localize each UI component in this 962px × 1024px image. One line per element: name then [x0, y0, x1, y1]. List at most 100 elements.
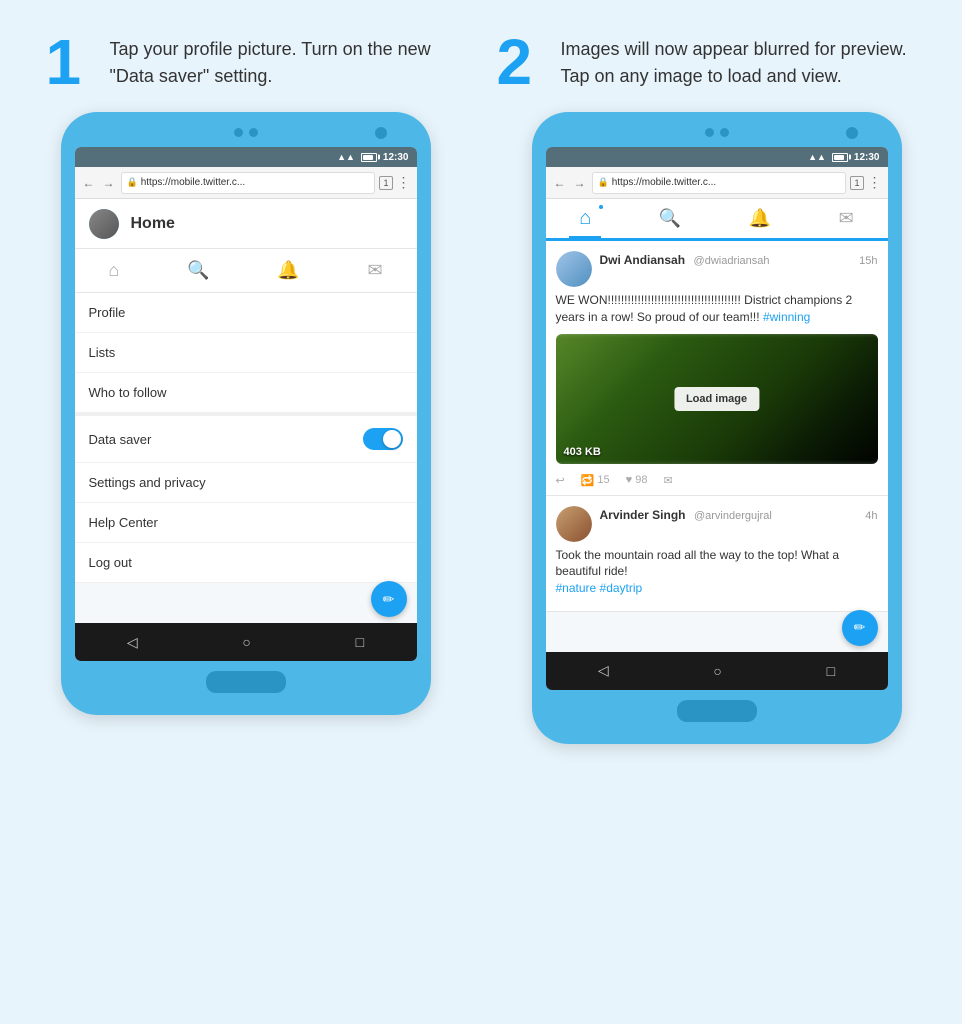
- phone-2-dots: [705, 128, 729, 137]
- avatar-image: [89, 209, 119, 239]
- browser-menu-icon[interactable]: ⋮: [397, 174, 411, 191]
- toggle-knob: [383, 430, 401, 448]
- feed-nav-search[interactable]: 🔍: [649, 208, 691, 229]
- tweet-1-handle: @dwiadriansah: [694, 255, 770, 267]
- phone-dot-3: [705, 128, 714, 137]
- phone-2-screen: ▲▲ 12:30 ← → 🔒 https://mobile.twitter.c.…: [546, 147, 888, 690]
- tweet-1-text: WE WON!!!!!!!!!!!!!!!!!!!!!!!!!!!!!!!!!!…: [556, 292, 878, 326]
- tweet-1-header: Dwi Andiansah @dwiadriansah 15h: [556, 251, 878, 287]
- home-header: Home: [75, 199, 417, 249]
- menu-item-lists[interactable]: Lists: [75, 333, 417, 373]
- tweet-2-time: 4h: [865, 510, 877, 522]
- lock-icon: 🔒: [127, 177, 138, 188]
- compose-button-1[interactable]: ✏: [371, 581, 407, 617]
- browser-forward-button[interactable]: →: [101, 176, 117, 190]
- tweet-1-retweet[interactable]: 🔁 15: [581, 474, 610, 487]
- step-1-text: Tap your profile picture. Turn on the ne…: [110, 30, 466, 90]
- feed-nav-home[interactable]: ⌂: [569, 207, 601, 230]
- phone-1-screen: ▲▲ 12:30 ← → 🔒 https://mobile.twitter.c.…: [75, 147, 417, 661]
- twitter-feed-nav: ⌂ 🔍 🔔 ✉: [546, 199, 888, 238]
- image-size-label: 403 KB: [564, 446, 601, 458]
- phone-1-top-bar: [75, 128, 417, 137]
- phone-2-status-bar: ▲▲ 12:30: [546, 147, 888, 167]
- menu-item-logout[interactable]: Log out: [75, 543, 417, 583]
- phone-1-dots: [234, 128, 258, 137]
- tweet-2-avatar[interactable]: [556, 506, 592, 542]
- tweet-2-author: Arvinder Singh: [600, 508, 686, 522]
- phone-dot-1: [234, 128, 243, 137]
- tweet-2-hashtag[interactable]: #nature #daytrip: [556, 581, 643, 595]
- tweet-2-text: Took the mountain road all the way to th…: [556, 547, 878, 597]
- twitter-feed-header: ⌂ 🔍 🔔 ✉: [546, 199, 888, 241]
- browser-forward-button-2[interactable]: →: [572, 176, 588, 190]
- browser-url-bar-1[interactable]: 🔒 https://mobile.twitter.c...: [121, 172, 376, 194]
- phone-1: ▲▲ 12:30 ← → 🔒 https://mobile.twitter.c.…: [61, 112, 431, 715]
- tweet-1-actions: ↩ 🔁 15 ♥ 98 ✉: [556, 472, 878, 489]
- android-home-icon[interactable]: ○: [242, 634, 250, 650]
- phone-1-time: 12:30: [383, 152, 409, 163]
- menu-item-profile[interactable]: Profile: [75, 293, 417, 333]
- tweet-1: Dwi Andiansah @dwiadriansah 15h WE WON!!…: [546, 241, 888, 496]
- signal-icon-2: ▲▲: [808, 152, 826, 162]
- phone-1-nav: ⌂ 🔍 🔔 ✉: [75, 249, 417, 293]
- tweet-2-author-line: Arvinder Singh @arvindergujral 4h: [600, 506, 878, 524]
- tweet-1-hashtag[interactable]: #winning: [763, 310, 810, 324]
- load-image-button[interactable]: Load image: [674, 387, 759, 411]
- battery-icon: [361, 153, 377, 162]
- menu-item-data-saver[interactable]: Data saver: [75, 416, 417, 463]
- step-1-block: 1 Tap your profile picture. Turn on the …: [46, 30, 466, 94]
- android-recents-icon[interactable]: □: [356, 634, 364, 650]
- browser-url-bar-2[interactable]: 🔒 https://mobile.twitter.c...: [592, 172, 847, 194]
- tweet-1-author: Dwi Andiansah: [600, 253, 686, 267]
- tweet-1-author-line: Dwi Andiansah @dwiadriansah 15h: [600, 251, 878, 269]
- feed-nav-bell[interactable]: 🔔: [739, 208, 781, 229]
- nav-search-icon[interactable]: 🔍: [187, 260, 209, 281]
- phone-2-camera: [846, 127, 858, 139]
- phone-2-time: 12:30: [854, 152, 880, 163]
- lock-icon-2: 🔒: [598, 177, 609, 188]
- phone-1-home-button[interactable]: [206, 671, 286, 693]
- menu-list: Profile Lists Who to follow Data saver S…: [75, 293, 417, 583]
- fab-area-2: ✏: [546, 612, 888, 652]
- signal-icon: ▲▲: [337, 152, 355, 162]
- browser-back-button-2[interactable]: ←: [552, 176, 568, 190]
- menu-item-help[interactable]: Help Center: [75, 503, 417, 543]
- tweet-1-avatar[interactable]: [556, 251, 592, 287]
- browser-tab-count-2[interactable]: 1: [850, 176, 863, 190]
- browser-tab-count[interactable]: 1: [379, 176, 392, 190]
- android-home-icon-2[interactable]: ○: [713, 663, 721, 679]
- browser-url-text: https://mobile.twitter.c...: [141, 177, 245, 188]
- tweet-1-share[interactable]: ✉: [663, 474, 672, 487]
- step-2-text: Images will now appear blurred for previ…: [561, 30, 917, 90]
- home-title: Home: [131, 215, 175, 233]
- menu-item-settings[interactable]: Settings and privacy: [75, 463, 417, 503]
- phones-row: ▲▲ 12:30 ← → 🔒 https://mobile.twitter.c.…: [20, 112, 942, 744]
- nav-mail-icon[interactable]: ✉: [368, 260, 383, 281]
- tweet-2-meta: Arvinder Singh @arvindergujral 4h: [600, 506, 878, 524]
- android-recents-icon-2[interactable]: □: [827, 663, 835, 679]
- step-1-number: 1: [46, 30, 96, 94]
- menu-item-who-to-follow[interactable]: Who to follow: [75, 373, 417, 416]
- tweet-1-like[interactable]: ♥ 98: [626, 474, 648, 486]
- android-back-icon-2[interactable]: ◁: [598, 662, 609, 679]
- nav-bell-icon[interactable]: 🔔: [277, 260, 299, 281]
- feed-nav-mail[interactable]: ✉: [829, 208, 864, 229]
- compose-icon-1: ✏: [383, 591, 395, 608]
- browser-back-button[interactable]: ←: [81, 176, 97, 190]
- data-saver-toggle[interactable]: [363, 428, 403, 450]
- browser-menu-icon-2[interactable]: ⋮: [868, 174, 882, 191]
- profile-avatar[interactable]: [89, 209, 119, 239]
- tweet-1-image[interactable]: Load image 403 KB: [556, 334, 878, 464]
- android-nav-1: ◁ ○ □: [75, 623, 417, 661]
- tweet-2-header: Arvinder Singh @arvindergujral 4h: [556, 506, 878, 542]
- nav-home-icon[interactable]: ⌂: [108, 260, 119, 281]
- fab-area-1: ✏: [75, 583, 417, 623]
- step-2-number: 2: [497, 30, 547, 94]
- phone-dot-4: [720, 128, 729, 137]
- tweet-2-handle: @arvindergujral: [694, 510, 772, 522]
- android-back-icon[interactable]: ◁: [127, 634, 138, 651]
- android-nav-2: ◁ ○ □: [546, 652, 888, 690]
- tweet-1-reply[interactable]: ↩: [556, 474, 565, 487]
- phone-2-home-button[interactable]: [677, 700, 757, 722]
- compose-button-2[interactable]: ✏: [842, 610, 878, 646]
